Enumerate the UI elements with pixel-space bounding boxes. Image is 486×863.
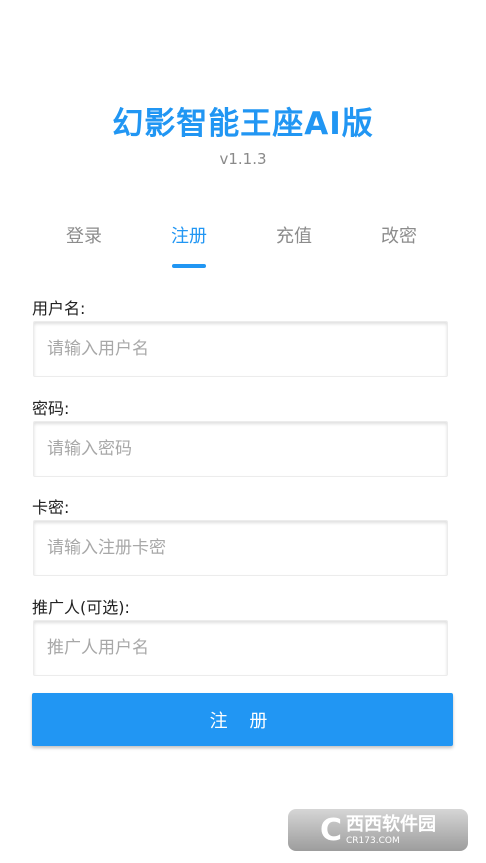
app-version: v1.1.3 (219, 150, 267, 168)
watermark-c-icon: C (319, 812, 343, 848)
referrer-label: 推广人(可选): (32, 598, 130, 617)
app-title: 幻影智能王座AI版 (112, 106, 374, 142)
site-watermark-logo: C 西西软件园 CR173.COM (288, 809, 468, 851)
register-button[interactable]: 注 册 (32, 693, 453, 746)
password-input[interactable] (33, 421, 448, 477)
password-label: 密码: (32, 399, 70, 418)
tab-recharge[interactable]: 充值 (254, 222, 334, 248)
active-tab-indicator (172, 264, 206, 268)
card-key-input[interactable] (33, 520, 448, 576)
tab-bar: 登录 注册 充值 改密 (32, 222, 453, 270)
tab-change-password[interactable]: 改密 (359, 222, 439, 248)
username-label: 用户名: (32, 299, 86, 318)
tab-register[interactable]: 注册 (149, 222, 229, 248)
tab-login[interactable]: 登录 (44, 222, 124, 248)
watermark-site: CR173.COM (346, 835, 400, 846)
card-key-label: 卡密: (32, 498, 70, 517)
username-input[interactable] (33, 321, 448, 377)
watermark-name: 西西软件园 (346, 813, 437, 835)
referrer-input[interactable] (33, 620, 448, 676)
